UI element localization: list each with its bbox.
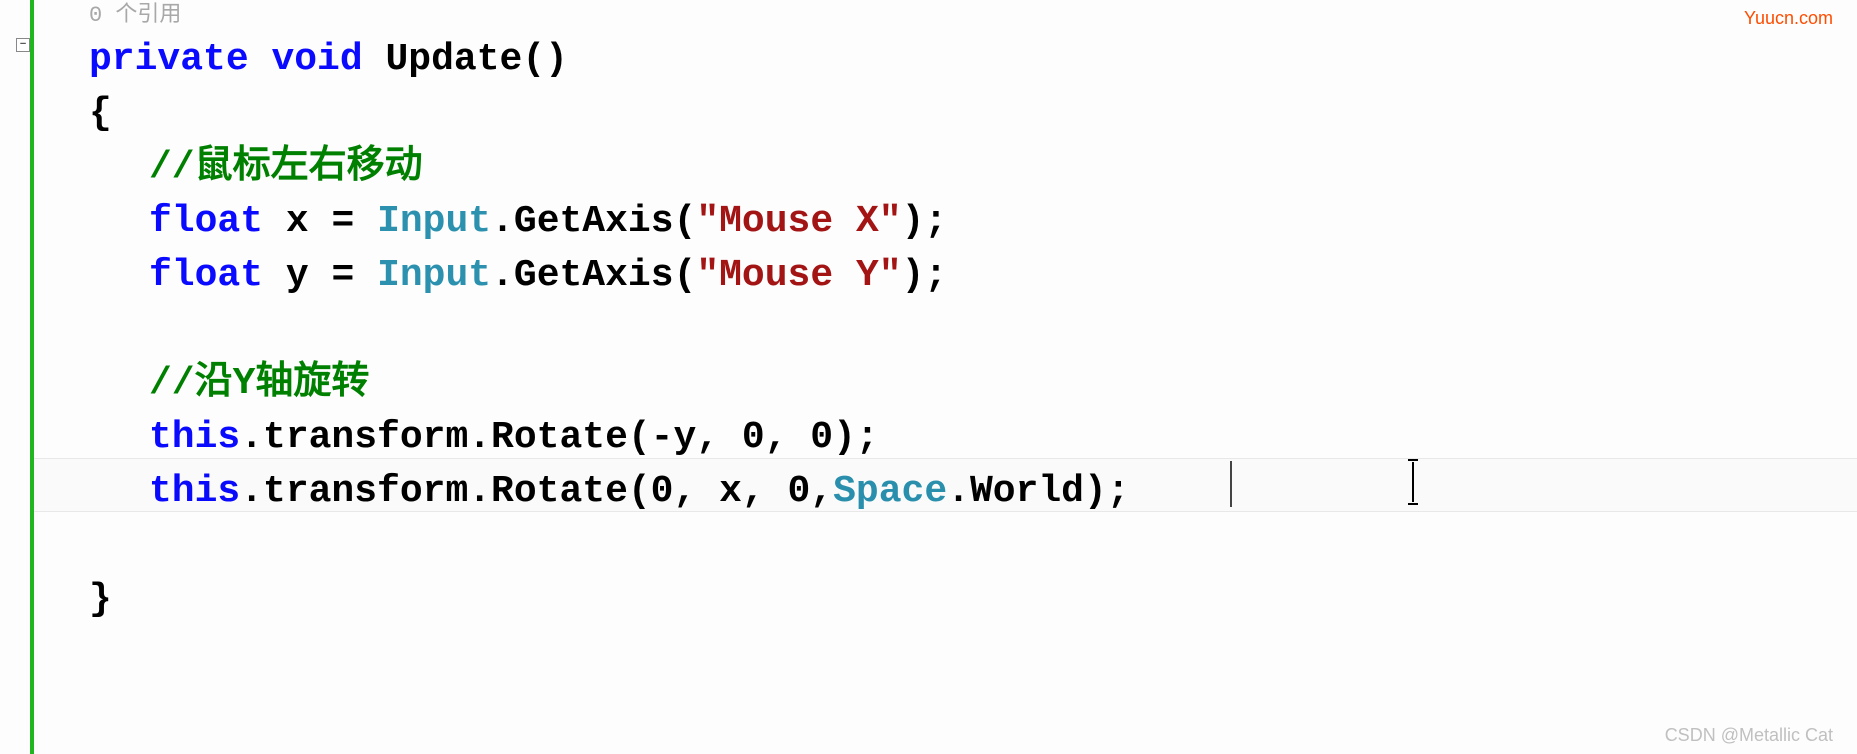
code-line-blank2	[89, 519, 1857, 573]
code-line-comment-2: //沿Y轴旋转	[89, 357, 1857, 411]
watermark-top: Yuucn.com	[1744, 8, 1833, 29]
code-line-method-signature: private void Update()	[89, 33, 1857, 87]
text-caret	[1230, 461, 1232, 507]
watermark-bottom: CSDN @Metallic Cat	[1665, 725, 1833, 746]
code-line-rotate-2: this.transform.Rotate(0, x, 0,Space.Worl…	[89, 465, 1857, 519]
fold-toggle-icon[interactable]: −	[16, 38, 30, 52]
code-line-comment-1: //鼠标左右移动	[89, 141, 1857, 195]
code-line-blank	[89, 303, 1857, 357]
code-line-brace-close: }	[89, 573, 1857, 627]
code-editor[interactable]: − 0 个引用 private void Update() { //鼠标左右移动…	[0, 0, 1857, 754]
keyword-void: void	[271, 38, 362, 81]
code-line-float-y: float y = Input.GetAxis("Mouse Y");	[89, 249, 1857, 303]
codelens-references[interactable]: 0 个引用	[89, 0, 1857, 31]
code-line-brace-open: {	[89, 87, 1857, 141]
code-line-rotate-1: this.transform.Rotate(-y, 0, 0);	[89, 411, 1857, 465]
method-name-update: Update	[385, 38, 522, 81]
editor-gutter: −	[0, 0, 34, 754]
parens: ()	[522, 38, 568, 81]
code-line-float-x: float x = Input.GetAxis("Mouse X");	[89, 195, 1857, 249]
code-area[interactable]: 0 个引用 private void Update() { //鼠标左右移动 f…	[34, 0, 1857, 754]
keyword-private: private	[89, 38, 249, 81]
ibeam-cursor-icon	[1412, 462, 1414, 502]
